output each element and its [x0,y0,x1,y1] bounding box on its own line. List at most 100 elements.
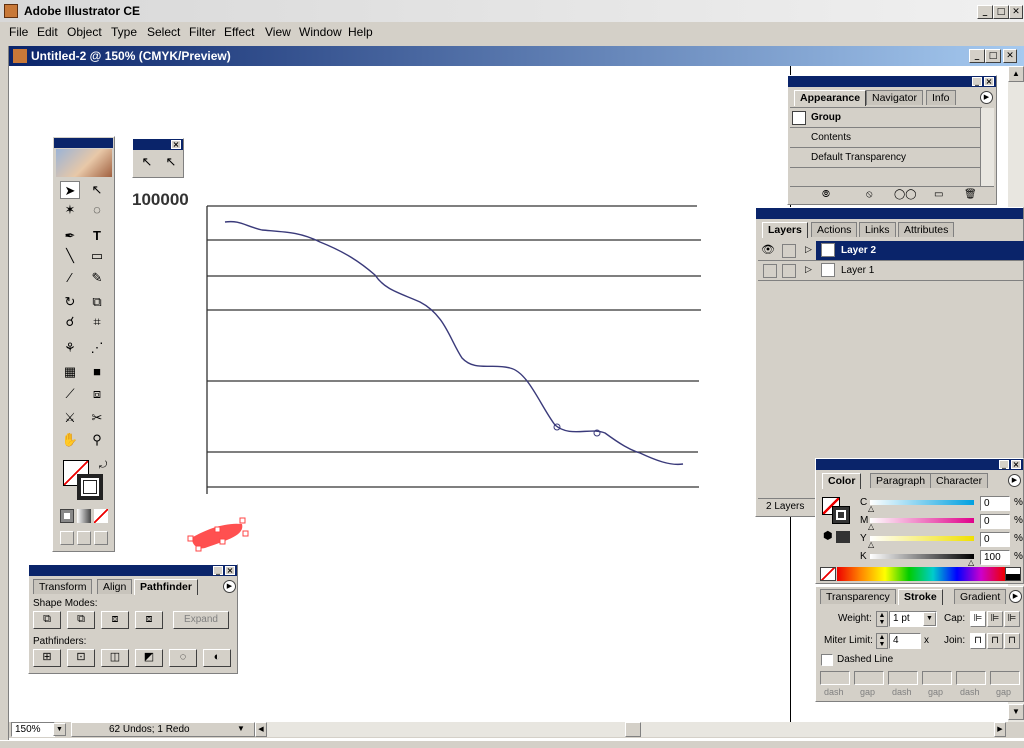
rectangle-tool-icon[interactable]: ▭ [87,247,107,265]
slider-thumb[interactable]: △ [868,504,874,513]
zoom-dropdown-icon[interactable]: ▼ [53,723,66,736]
layer-row-layer-1[interactable]: ▷ Layer 1 [758,261,1024,281]
selection-tool-icon[interactable]: ➤ [60,181,80,199]
butt-cap-icon[interactable]: ⊫ [970,611,986,627]
line-tool-icon[interactable]: ╲ [60,247,80,265]
appearance-scrollbar[interactable] [980,108,994,186]
paintbrush-tool-icon[interactable]: ⁄ [60,269,80,287]
channel-slider-m[interactable] [870,518,974,523]
intersect-shape-button[interactable]: ⧈ [101,611,129,629]
outline-button[interactable]: ◌ [169,649,197,667]
crop-button[interactable]: ◩ [135,649,163,667]
screen-mode-normal-icon[interactable] [60,531,74,545]
graph-tool-icon[interactable]: ⋰ [87,339,107,357]
add-shape-button[interactable]: ⧉ [33,611,61,629]
none-mode-icon[interactable] [94,509,108,523]
tab-stroke[interactable]: Stroke [898,589,943,605]
duplicate-item-icon[interactable]: ▭ [934,189,943,200]
screen-mode-full-menu-icon[interactable] [77,531,91,545]
tab-links[interactable]: Links [859,222,896,237]
appearance-title-bar[interactable]: _ × [788,76,996,87]
appearance-menu-arrow-icon[interactable]: ▶ [980,91,993,104]
exclude-shape-button[interactable]: ⧈ [135,611,163,629]
scroll-right-arrow[interactable]: ▶ [994,722,1006,737]
hand-tool-icon[interactable]: ✋ [60,431,80,449]
miter-join-icon[interactable]: ⊓ [970,633,986,649]
symbol-sprayer-tool-icon[interactable]: ⚘ [60,339,80,357]
new-art-icon[interactable]: ⦾ [822,189,830,200]
none-color-swatch[interactable] [820,567,836,581]
warp-tool-icon[interactable]: ☌ [60,313,80,331]
expand-triangle-icon[interactable]: ▷ [805,264,812,275]
pathfinder-title-bar[interactable]: _ × [29,565,237,576]
appearance-minimize-button[interactable]: _ [972,77,982,86]
gradient-tool-icon[interactable]: ■ [87,363,107,381]
weight-stepper[interactable]: ▲ ▼ [876,611,888,627]
pathfinder-minimize-button[interactable]: _ [213,566,223,575]
zoom-input[interactable]: 150% [11,722,55,737]
dash-input-3[interactable] [956,671,986,685]
tab-color[interactable]: Color [822,473,862,489]
appearance-row-group[interactable]: Group [790,108,980,128]
channel-input-c[interactable]: 0 [980,496,1010,511]
dash-input-2[interactable] [888,671,918,685]
projecting-cap-icon[interactable]: ⊫ [1004,611,1020,627]
pathfinder-menu-arrow-icon[interactable]: ▶ [223,580,236,593]
color-close-button[interactable]: × [1011,460,1021,469]
tab-character[interactable]: Character [930,473,989,488]
reduce-basic-icon[interactable]: ⦸ [866,189,873,200]
trim-button[interactable]: ⊡ [67,649,95,667]
miter-input[interactable]: 4 [889,633,921,649]
visibility-toggle[interactable] [763,264,777,278]
gap-input-2[interactable] [922,671,952,685]
clear-appearance-icon[interactable]: ◯◯ [894,189,916,200]
add-anchor-select-tool-icon[interactable]: ↖ [161,153,181,171]
scale-tool-icon[interactable]: ⧉ [87,293,107,311]
screen-mode-full-icon[interactable] [94,531,108,545]
gap-input-3[interactable] [990,671,1020,685]
tab-paragraph[interactable]: Paragraph [870,473,932,488]
tab-transparency[interactable]: Transparency [820,589,896,604]
zoom-tool-icon[interactable]: ⚲ [87,431,107,449]
channel-input-m[interactable]: 0 [980,514,1010,529]
palette-title-bar[interactable]: × [133,139,183,150]
appearance-row-transparency[interactable]: Default Transparency [790,148,980,168]
gap-input-1[interactable] [854,671,884,685]
pen-tool-icon[interactable]: ✒ [60,227,80,245]
pathfinder-close-button[interactable]: × [225,566,235,575]
gamut-swatch[interactable] [836,531,850,543]
direct-selection-tool-icon[interactable]: ↖ [87,181,107,199]
color-mode-icon[interactable] [60,509,74,523]
pencil-tool-icon[interactable]: ✎ [87,269,107,287]
appearance-close-button[interactable]: × [984,77,994,86]
swap-fill-stroke-icon[interactable]: ⤾ [93,457,113,475]
slider-thumb[interactable]: △ [868,522,874,531]
miter-stepper[interactable]: ▲ ▼ [876,633,888,649]
bevel-join-icon[interactable]: ⊓ [1004,633,1020,649]
channel-slider-k[interactable] [870,554,974,559]
tab-attributes[interactable]: Attributes [898,222,955,237]
lock-toggle[interactable] [782,244,796,258]
visibility-eye-icon[interactable]: 👁 [761,243,775,256]
tab-info[interactable]: Info [926,90,956,105]
toolbox-title-bar[interactable] [54,138,113,148]
subtract-shape-button[interactable]: ⧉ [67,611,95,629]
layer-row-layer-2[interactable]: 👁 ▷ Layer 2 [758,241,1024,261]
lasso-tool-icon[interactable]: ◌ [87,201,107,219]
blend-tool-icon[interactable]: ⧈ [87,385,107,403]
appearance-row-contents[interactable]: Contents [790,128,980,148]
horizontal-scroll-thumb[interactable] [625,722,641,737]
color-stroke-swatch[interactable] [832,506,850,524]
magic-wand-tool-icon[interactable]: ✶ [60,201,80,219]
eyedropper-tool-icon[interactable]: ⟋ [60,385,80,403]
layers-title-bar[interactable] [756,208,1023,219]
lock-toggle[interactable] [782,264,796,278]
status-dropdown-icon[interactable]: ▼ [237,724,245,733]
round-join-icon[interactable]: ⊓ [987,633,1003,649]
venus-logo[interactable] [56,149,112,177]
tab-gradient[interactable]: Gradient [954,589,1007,604]
minus-back-button[interactable]: ◐ [203,649,231,667]
weight-dropdown-icon[interactable]: ▼ [923,612,936,626]
tab-pathfinder[interactable]: Pathfinder [134,579,198,595]
palette-close-button[interactable]: × [171,140,181,149]
